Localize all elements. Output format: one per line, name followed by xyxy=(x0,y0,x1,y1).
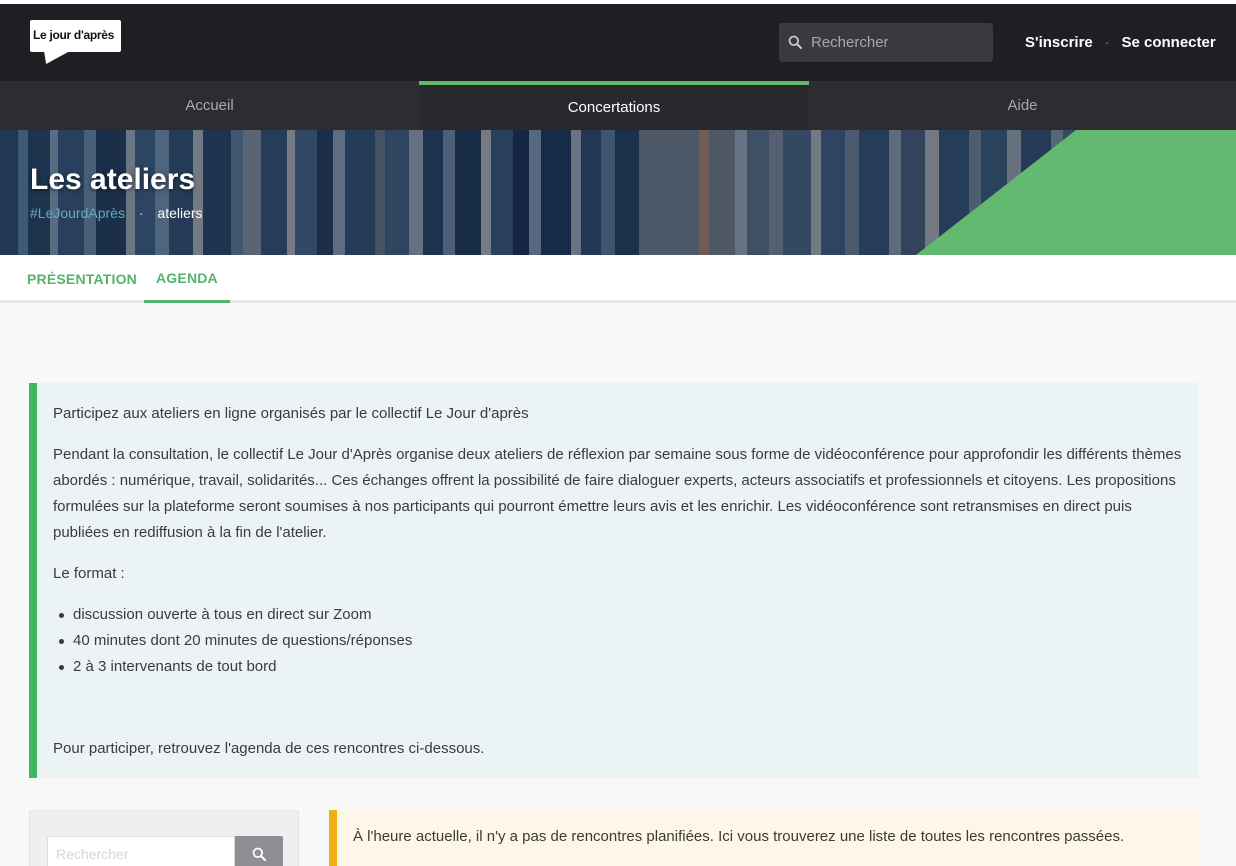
page-banner: Les ateliers #LeJourdAprès · ateliers xyxy=(0,130,1236,255)
sidebar-search-button[interactable] xyxy=(235,836,283,866)
site-logo[interactable]: Le jour d'après xyxy=(30,20,122,66)
nav-item-accueil[interactable]: Accueil xyxy=(0,81,419,130)
sidebar-search-input[interactable] xyxy=(47,836,235,866)
search-icon xyxy=(252,847,266,861)
auth-links: S'inscrire · Se connecter xyxy=(1025,34,1216,51)
breadcrumb-current: ateliers xyxy=(157,205,203,221)
section-tabs: PRÉSENTATION AGENDA xyxy=(0,255,1236,303)
no-meetings-notice: À l'heure actuelle, il n'y a pas de renc… xyxy=(329,810,1199,866)
logo-text: Le jour d'après xyxy=(33,28,115,42)
page-title: Les ateliers xyxy=(30,163,196,196)
intro-paragraph: Pendant la consultation, le collectif Le… xyxy=(53,446,1182,541)
list-item: 40 minutes dont 20 minutes de questions/… xyxy=(59,628,1183,654)
list-item: discussion ouverte à tous en direct sur … xyxy=(59,602,1183,628)
list-item: 2 à 3 intervenants de tout bord xyxy=(59,654,1183,680)
site-header: Le jour d'après S'inscrire · Se connecte… xyxy=(0,4,1236,81)
breadcrumb-separator: · xyxy=(138,205,144,221)
banner-green-triangle xyxy=(916,130,1236,255)
hashtag-link[interactable]: #LeJourdAprès xyxy=(30,205,125,221)
signup-link[interactable]: S'inscrire xyxy=(1025,34,1093,51)
banner-breadcrumb: #LeJourdAprès · ateliers xyxy=(30,205,203,221)
logo-box: Le jour d'après xyxy=(30,20,121,52)
search-icon xyxy=(788,35,802,49)
logo-speech-tail xyxy=(40,50,72,64)
sidebar-search-panel xyxy=(29,810,299,866)
signin-link[interactable]: Se connecter xyxy=(1121,34,1215,51)
tab-presentation[interactable]: PRÉSENTATION xyxy=(15,255,149,303)
notice-text: À l'heure actuelle, il n'y a pas de renc… xyxy=(353,828,1125,845)
header-search-input[interactable] xyxy=(811,23,987,62)
intro-panel: Participez aux ateliers en ligne organis… xyxy=(29,383,1199,778)
nav-item-aide[interactable]: Aide xyxy=(809,81,1236,130)
auth-separator: · xyxy=(1104,35,1110,50)
intro-closing: Pour participer, retrouvez l'agenda de c… xyxy=(53,740,485,757)
main-nav: Accueil Concertations Aide xyxy=(0,81,1236,130)
format-list: discussion ouverte à tous en direct sur … xyxy=(59,602,1183,680)
tab-agenda[interactable]: AGENDA xyxy=(144,255,230,303)
format-label: Le format : xyxy=(53,565,125,582)
header-search xyxy=(779,23,993,62)
intro-heading: Participez aux ateliers en ligne organis… xyxy=(53,405,529,422)
nav-item-concertations[interactable]: Concertations xyxy=(419,81,809,130)
